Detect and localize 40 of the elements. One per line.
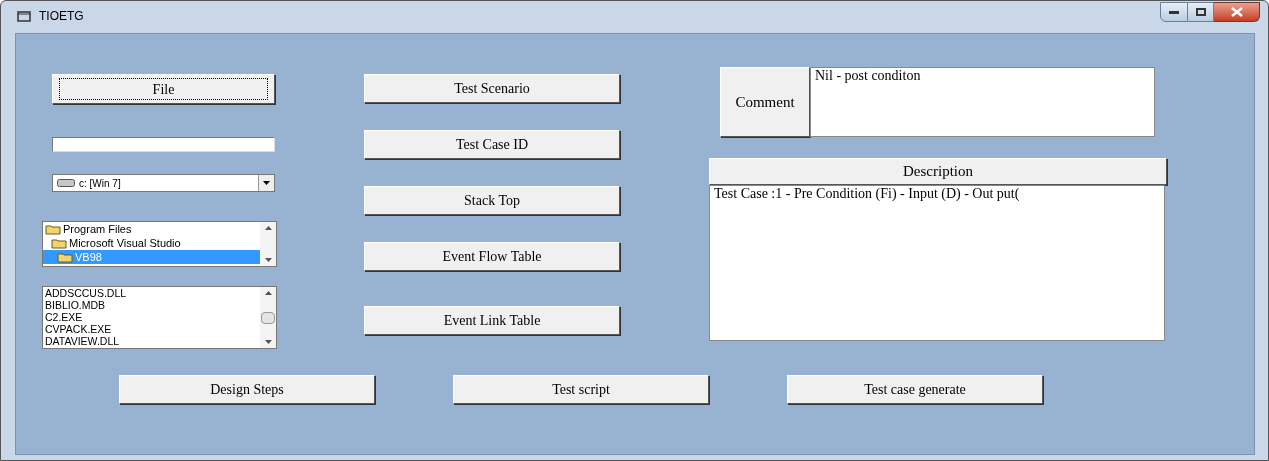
file-list-item[interactable]: C2.EXE xyxy=(45,311,260,323)
close-button[interactable] xyxy=(1214,2,1260,22)
file-list-item[interactable]: DATAVIEW.DLL xyxy=(45,335,260,347)
folder-icon xyxy=(57,251,73,263)
window-icon xyxy=(17,10,31,22)
description-header: Description xyxy=(709,158,1167,185)
file-list-item[interactable]: ADDSCCUS.DLL xyxy=(45,287,260,299)
minimize-icon xyxy=(1169,10,1179,14)
action-button[interactable]: Event Link Table xyxy=(364,306,620,335)
action-button[interactable]: Test Case ID xyxy=(364,130,620,159)
scrollbar[interactable] xyxy=(260,287,276,348)
description-field[interactable]: Test Case :1 - Pre Condition (Fi) - Input (D) - Out put( xyxy=(709,185,1165,341)
minimize-button[interactable] xyxy=(1160,2,1188,22)
action-button[interactable]: Test case generate xyxy=(787,375,1043,404)
scroll-up-icon[interactable] xyxy=(264,226,272,230)
file-list-item[interactable]: CVPACK.EXE xyxy=(45,323,260,335)
path-field[interactable] xyxy=(52,137,275,152)
scroll-up-icon[interactable] xyxy=(264,291,272,295)
directory-item[interactable]: Microsoft Visual Studio xyxy=(43,236,260,250)
drive-combo[interactable]: c: [Win 7] xyxy=(52,174,275,192)
comment-field[interactable]: Nil - post conditon xyxy=(810,67,1155,137)
scroll-down-icon[interactable] xyxy=(264,258,272,262)
folder-icon xyxy=(45,223,61,235)
scroll-down-icon[interactable] xyxy=(264,340,272,344)
comment-label: Comment xyxy=(720,67,810,137)
directory-item[interactable]: Program Files xyxy=(43,222,260,236)
window-title: TIOETG xyxy=(39,8,84,25)
scrollbar[interactable] xyxy=(260,222,276,266)
action-button[interactable]: Design Steps xyxy=(119,375,375,404)
action-button[interactable]: Event Flow Table xyxy=(364,242,620,271)
maximize-button[interactable] xyxy=(1188,2,1214,22)
scroll-thumb[interactable] xyxy=(261,311,275,324)
action-button[interactable]: Test script xyxy=(453,375,709,404)
action-button[interactable]: Test Scenario xyxy=(364,74,620,103)
file-button[interactable]: File xyxy=(52,74,275,104)
file-list-item[interactable]: BIBLIO.MDB xyxy=(45,299,260,311)
close-icon xyxy=(1230,7,1243,17)
action-button[interactable]: Stack Top xyxy=(364,186,620,215)
maximize-icon xyxy=(1195,8,1206,16)
drive-icon xyxy=(57,179,75,187)
